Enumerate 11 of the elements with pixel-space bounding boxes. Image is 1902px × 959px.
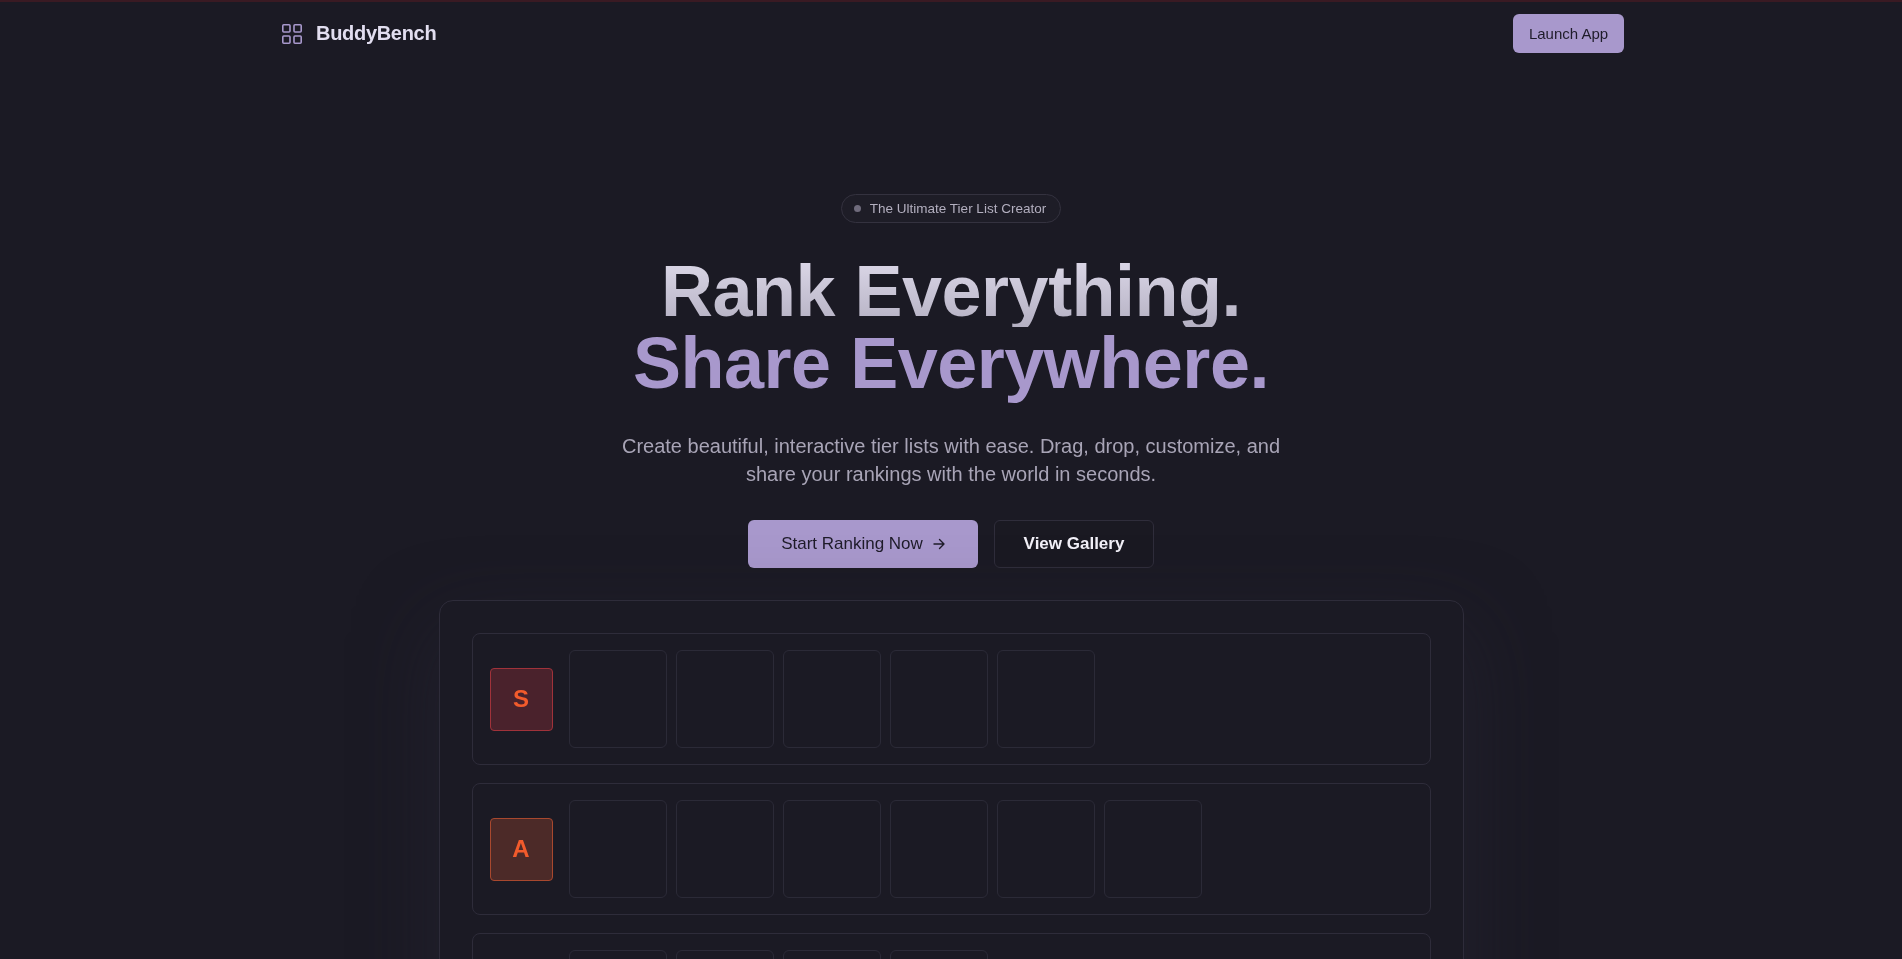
hero-subtitle: Create beautiful, interactive tier lists with ease. Drag, drop, customize, and share your rankings with the world in seconds. — [620, 434, 1282, 487]
brand-name[interactable]: BuddyBench — [316, 22, 437, 45]
badge-text: The Ultimate Tier List Creator — [869, 201, 1047, 216]
tier-label: S — [489, 667, 553, 731]
grid-icon — [282, 23, 302, 44]
launch-app-button[interactable]: Launch App — [1513, 14, 1624, 53]
start-ranking-button[interactable]: Start Ranking Now — [748, 520, 978, 568]
arrow-right-icon — [932, 538, 945, 550]
dot-icon — [853, 205, 861, 212]
tier-label: A — [489, 817, 553, 881]
view-gallery-button[interactable]: View Gallery — [994, 520, 1154, 568]
